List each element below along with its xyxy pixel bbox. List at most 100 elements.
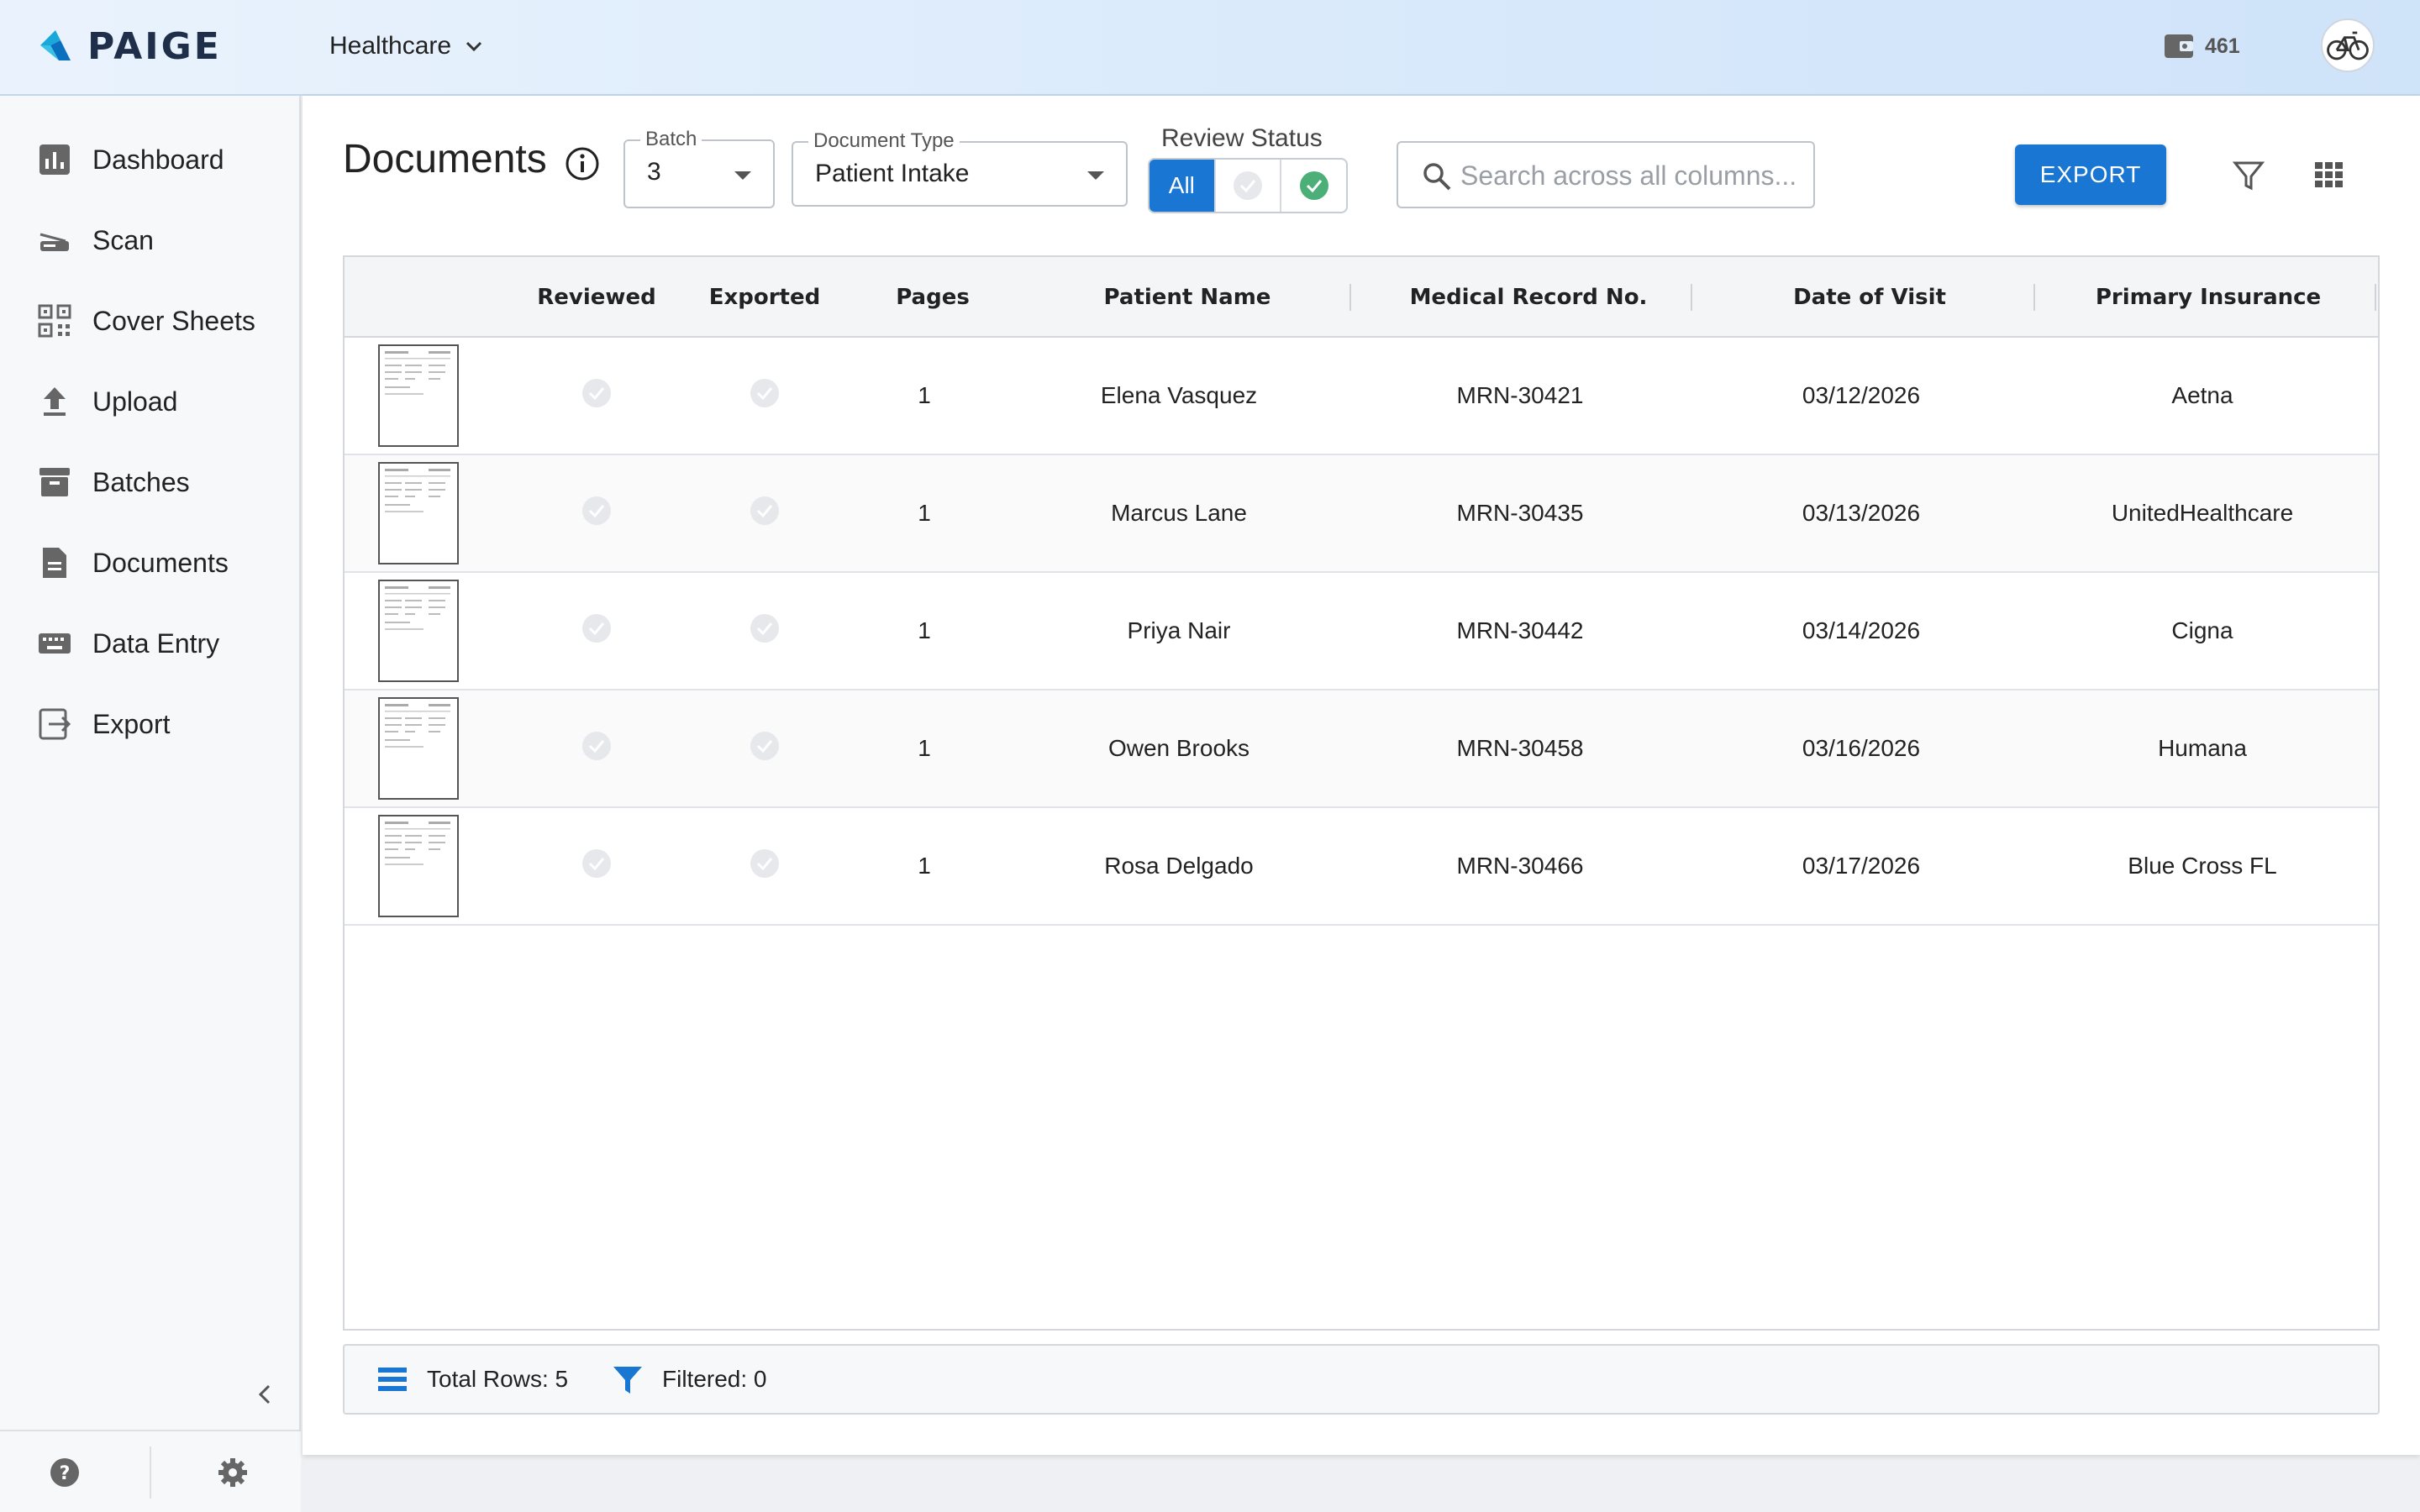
table-row[interactable]: 1 Priya Nair MRN-30442 03/14/2026 Cigna bbox=[345, 573, 2378, 690]
primary-insurance-cell: Humana bbox=[2158, 735, 2247, 761]
workspace-selector[interactable]: Healthcare bbox=[329, 29, 483, 64]
table-header: Reviewed Exported Pages Patient Name Med… bbox=[345, 257, 2378, 338]
sidebar-item-scan[interactable]: Scan bbox=[0, 207, 301, 274]
column-resize-handle[interactable] bbox=[2033, 284, 2035, 311]
review-filter-all[interactable]: All bbox=[1150, 160, 1214, 212]
primary-insurance-cell: Blue Cross FL bbox=[2128, 853, 2277, 879]
sidebar-item-batches[interactable]: Batches bbox=[0, 449, 301, 516]
date-of-visit-cell: 03/17/2026 bbox=[1802, 853, 1921, 879]
search-input[interactable] bbox=[1460, 155, 1797, 197]
column-header-date-of-visit[interactable]: Date of Visit bbox=[1699, 257, 2040, 338]
sidebar-item-data-entry[interactable]: Data Entry bbox=[0, 610, 301, 677]
sidebar-item-label: Batches bbox=[92, 466, 190, 497]
exported-status bbox=[681, 455, 849, 571]
sidebar: Dashboard Scan Cover Sheets Upload Batch… bbox=[0, 96, 301, 1512]
primary-insurance-cell: Cigna bbox=[2171, 617, 2233, 643]
document-type-select[interactable]: Document Type Patient Intake bbox=[792, 129, 1128, 207]
workspace-label: Healthcare bbox=[329, 32, 452, 60]
search-box bbox=[1397, 141, 1815, 208]
documents-panel: Documents Batch 3 Document Type Patient … bbox=[302, 96, 2420, 1455]
column-header-primary-insurance[interactable]: Primary Insurance bbox=[2040, 257, 2376, 338]
brand-logo[interactable]: PAIGE bbox=[37, 25, 222, 68]
qr-code-icon bbox=[38, 304, 71, 338]
document-thumbnail[interactable] bbox=[378, 462, 459, 564]
check-circle-outline-icon bbox=[1234, 171, 1262, 200]
reviewed-status bbox=[513, 455, 681, 571]
document-thumbnail[interactable] bbox=[378, 344, 459, 447]
paige-logo-icon bbox=[40, 30, 71, 60]
archive-icon bbox=[39, 468, 70, 496]
column-header-reviewed[interactable]: Reviewed bbox=[513, 257, 681, 338]
document-thumbnail[interactable] bbox=[378, 697, 459, 800]
sidebar-item-dashboard[interactable]: Dashboard bbox=[0, 126, 301, 193]
sidebar-item-label: Cover Sheets bbox=[92, 305, 255, 336]
sidebar-item-documents[interactable]: Documents bbox=[0, 529, 301, 596]
credits-counter[interactable]: 461 bbox=[2163, 30, 2240, 62]
batch-label: Batch bbox=[640, 128, 702, 151]
patient-name-cell: Priya Nair bbox=[1127, 617, 1231, 643]
grid-view-icon[interactable] bbox=[2312, 158, 2346, 192]
exported-status bbox=[681, 808, 849, 924]
batch-select[interactable]: Batch 3 bbox=[623, 128, 775, 208]
exported-status bbox=[681, 573, 849, 689]
column-resize-handle[interactable] bbox=[1691, 284, 1692, 311]
document-thumbnail[interactable] bbox=[378, 580, 459, 682]
pages-cell: 1 bbox=[918, 735, 931, 761]
filtered-text: Filtered: 0 bbox=[662, 1366, 767, 1392]
batch-value: 3 bbox=[647, 158, 661, 186]
primary-insurance-cell: Aetna bbox=[2171, 382, 2233, 408]
reviewed-status bbox=[513, 338, 681, 454]
pages-cell: 1 bbox=[918, 853, 931, 879]
help-icon[interactable]: ? bbox=[49, 1457, 81, 1488]
review-filter-reviewed[interactable] bbox=[1280, 160, 1346, 212]
export-button[interactable]: EXPORT bbox=[2015, 144, 2166, 205]
filter-icon[interactable] bbox=[2232, 158, 2265, 192]
column-resize-handle[interactable] bbox=[1349, 284, 1351, 311]
bar-chart-icon bbox=[39, 144, 70, 175]
table-row[interactable]: 1 Elena Vasquez MRN-30421 03/12/2026 Aet… bbox=[345, 338, 2378, 455]
document-type-label: Document Type bbox=[808, 129, 960, 153]
keyboard-icon bbox=[39, 633, 71, 654]
filtered-stat: Filtered: 0 bbox=[612, 1346, 767, 1413]
total-rows-stat: Total Rows: 5 bbox=[376, 1346, 568, 1413]
documents-table: Reviewed Exported Pages Patient Name Med… bbox=[343, 255, 2380, 1331]
sidebar-item-label: Data Entry bbox=[92, 627, 220, 659]
top-bar: PAIGE Healthcare 461 bbox=[0, 0, 2420, 96]
exported-status bbox=[681, 338, 849, 454]
column-header-exported[interactable]: Exported bbox=[681, 257, 849, 338]
table-row[interactable]: 1 Marcus Lane MRN-30435 03/13/2026 Unite… bbox=[345, 455, 2378, 573]
exported-status bbox=[681, 690, 849, 806]
reviewed-status bbox=[513, 573, 681, 689]
column-resize-handle[interactable] bbox=[2375, 284, 2376, 311]
credits-value: 461 bbox=[2205, 34, 2240, 58]
list-rows-icon bbox=[378, 1368, 407, 1391]
document-icon bbox=[43, 548, 66, 578]
column-header-pages[interactable]: Pages bbox=[849, 257, 1017, 338]
primary-insurance-cell: UnitedHealthcare bbox=[2111, 500, 2294, 526]
sidebar-item-label: Upload bbox=[92, 386, 178, 417]
footer-divider bbox=[150, 1446, 151, 1499]
check-circle-outline-icon bbox=[748, 494, 781, 533]
sidebar-item-label: Documents bbox=[92, 547, 229, 578]
document-thumbnail[interactable] bbox=[378, 815, 459, 917]
check-circle-outline-icon bbox=[580, 494, 613, 533]
wallet-icon bbox=[2165, 34, 2193, 58]
info-icon[interactable] bbox=[565, 146, 600, 181]
sidebar-item-upload[interactable]: Upload bbox=[0, 368, 301, 435]
column-header-mrn[interactable]: Medical Record No. bbox=[1358, 257, 1699, 338]
total-rows-text: Total Rows: 5 bbox=[427, 1366, 569, 1392]
scanner-icon bbox=[39, 233, 69, 251]
sidebar-item-cover-sheets[interactable]: Cover Sheets bbox=[0, 287, 301, 354]
settings-gear-icon[interactable] bbox=[217, 1457, 249, 1488]
search-icon bbox=[1423, 163, 1451, 191]
sidebar-item-export[interactable]: Export bbox=[0, 690, 301, 758]
column-header-patient-name[interactable]: Patient Name bbox=[1017, 257, 1358, 338]
collapse-sidebar-icon[interactable] bbox=[250, 1379, 281, 1410]
check-circle-outline-icon bbox=[748, 376, 781, 416]
review-filter-unreviewed[interactable] bbox=[1213, 160, 1281, 212]
table-row[interactable]: 1 Rosa Delgado MRN-30466 03/17/2026 Blue… bbox=[345, 808, 2378, 926]
table-row[interactable]: 1 Owen Brooks MRN-30458 03/16/2026 Human… bbox=[345, 690, 2378, 808]
mrn-cell: MRN-30421 bbox=[1456, 382, 1584, 408]
pages-cell: 1 bbox=[918, 617, 931, 643]
user-avatar[interactable] bbox=[2321, 18, 2375, 72]
